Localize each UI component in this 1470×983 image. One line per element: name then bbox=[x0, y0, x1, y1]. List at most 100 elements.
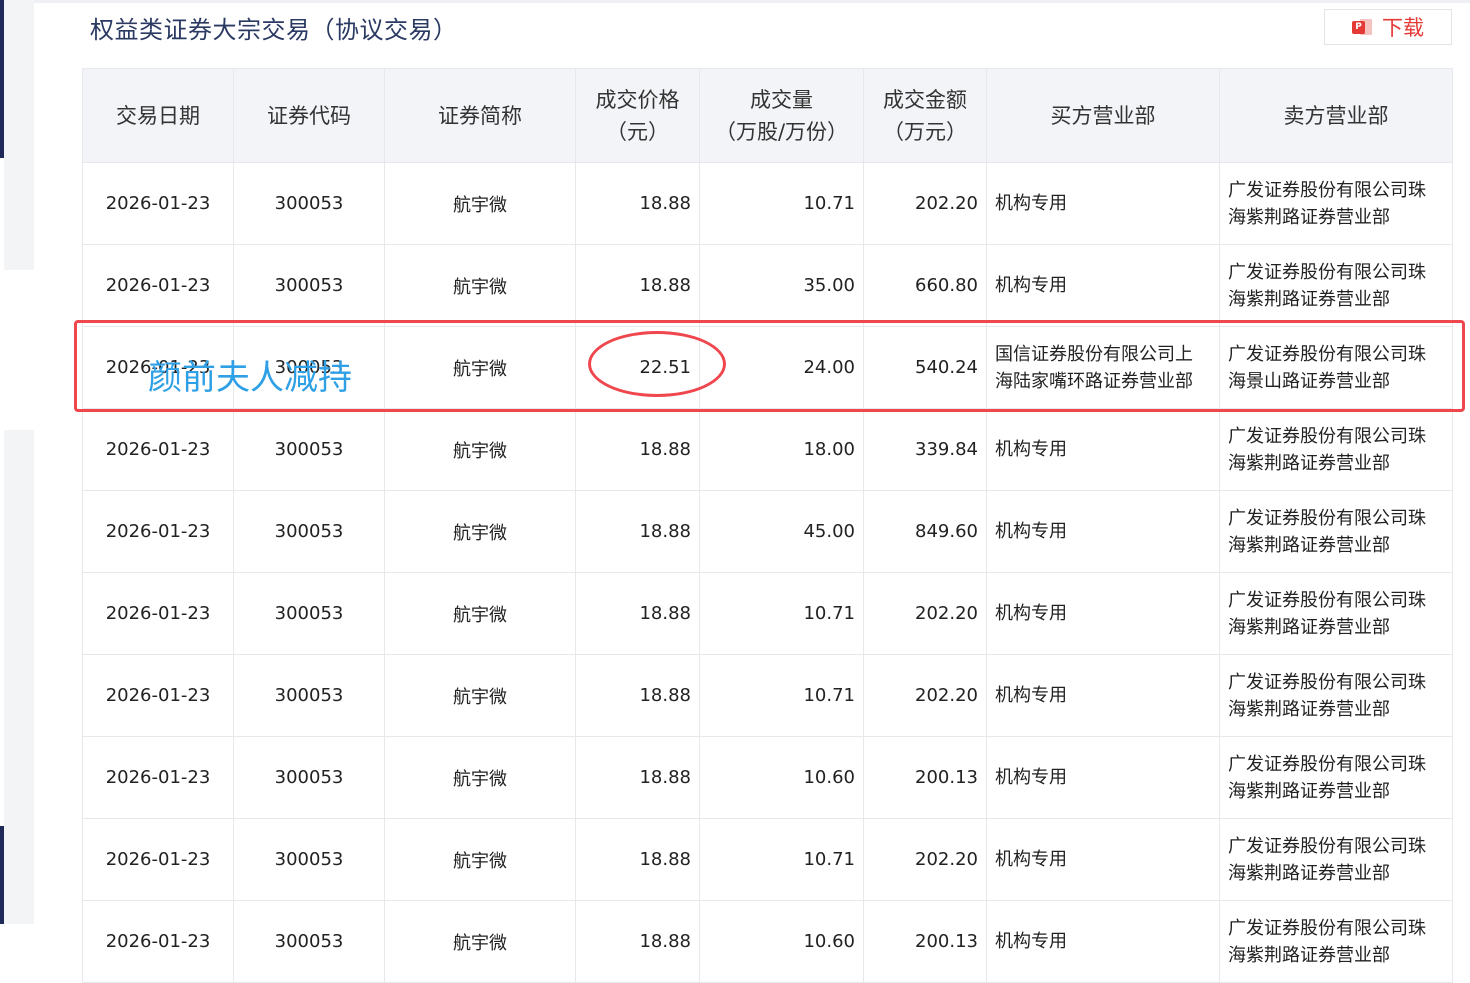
ppt-file-icon: P bbox=[1352, 18, 1372, 36]
cell-security-name: 航宇微 bbox=[384, 326, 576, 409]
header-label: 成交价格 bbox=[595, 87, 680, 112]
cell-buyer: 机构专用 bbox=[986, 736, 1220, 819]
cell-price: 22.51 bbox=[575, 326, 700, 409]
cell-security-code: 300053 bbox=[233, 654, 385, 737]
cell-trade-date: 2026-01-23 bbox=[82, 900, 234, 983]
table-row: 2026-01-23 300053 航宇微 18.88 10.60 200.13 机构专用 广… bbox=[82, 900, 1453, 983]
cell-amount: 660.80 bbox=[863, 244, 987, 327]
cell-security-name: 航宇微 bbox=[384, 900, 576, 983]
cell-amount: 540.24 bbox=[863, 326, 987, 409]
header-label: 成交量 bbox=[750, 87, 813, 112]
cell-seller: 广发证券股份有限公司珠 海紫荆路证券营业部 bbox=[1219, 490, 1453, 573]
left-gutter-notch bbox=[4, 270, 34, 430]
cell-seller: 广发证券股份有限公司珠 海紫荆路证券营业部 bbox=[1219, 654, 1453, 737]
table-row: 2026-01-23 300053 航宇微 18.88 10.71 202.20 机构专用 广… bbox=[82, 818, 1453, 901]
cell-seller-line: 广发证券股份有限公司珠 bbox=[1228, 261, 1426, 283]
header-security-name: 证券简称 bbox=[384, 68, 576, 163]
cell-buyer-line: 机构专用 bbox=[995, 931, 1067, 952]
cell-security-code: 300053 bbox=[233, 490, 385, 573]
cell-security-code: 300053 bbox=[233, 900, 385, 983]
cell-security-name: 航宇微 bbox=[384, 162, 576, 245]
cell-volume: 10.71 bbox=[699, 162, 864, 245]
cell-seller-line: 广发证券股份有限公司珠 bbox=[1228, 671, 1426, 693]
table-body: 2026-01-23 300053 航宇微 18.88 10.71 202.20 机构专用广… bbox=[82, 162, 1453, 983]
cell-price: 18.88 bbox=[575, 900, 700, 983]
cell-price: 18.88 bbox=[575, 818, 700, 901]
cell-buyer: 机构专用 bbox=[986, 244, 1220, 327]
cell-security-name: 航宇微 bbox=[384, 818, 576, 901]
cell-security-name: 航宇微 bbox=[384, 490, 576, 573]
cell-price: 18.88 bbox=[575, 490, 700, 573]
table-row: 2026-01-23 300053 航宇微 18.88 10.60 200.13 机构专用 广… bbox=[82, 736, 1453, 819]
download-button[interactable]: P 下载 bbox=[1324, 9, 1452, 45]
cell-trade-date: 2026-01-23 bbox=[82, 490, 234, 573]
cell-trade-date: 2026-01-23 bbox=[82, 818, 234, 901]
cell-seller: 广发证券股份有限公司珠 海紫荆路证券营业部 bbox=[1219, 244, 1453, 327]
cell-amount: 200.13 bbox=[863, 900, 987, 983]
cell-seller-line: 广发证券股份有限公司珠 bbox=[1228, 507, 1426, 529]
cell-buyer-line: 机构专用 bbox=[995, 193, 1067, 214]
cell-buyer-line: 机构专用 bbox=[995, 849, 1067, 870]
table-row: 2026-01-23 300053 航宇微 18.88 10.71 202.20 机构专用 广… bbox=[82, 162, 1453, 245]
block-trade-table-container: 交易日期 证券代码 证券简称 成交价格 （元） 成交量 （万股/万份） 成交金额 （万元） 买方营… bbox=[82, 68, 1453, 983]
cell-volume: 10.71 bbox=[699, 654, 864, 737]
cell-buyer-line: 机构专用 bbox=[995, 439, 1067, 460]
cell-seller-line: 海紫荆路证券营业部 bbox=[1228, 862, 1390, 884]
table-row: 2026-01-23 300053 航宇微 18.88 35.00 660.80 机构专用 广… bbox=[82, 244, 1453, 327]
table-row: 2026-01-23 300053 航宇微 18.88 45.00 849.60 机构专用 广… bbox=[82, 490, 1453, 573]
cell-security-code: 300053 bbox=[233, 162, 385, 245]
header-amount: 成交金额 （万元） bbox=[863, 68, 987, 163]
cell-security-code: 300053 bbox=[233, 408, 385, 491]
cell-volume: 10.71 bbox=[699, 818, 864, 901]
cell-seller-line: 海景山路证券营业部 bbox=[1228, 370, 1390, 392]
cell-security-code: 300053 bbox=[233, 572, 385, 655]
cell-buyer: 机构专用 bbox=[986, 408, 1220, 491]
header-security-code: 证券代码 bbox=[233, 68, 385, 163]
header-volume: 成交量 （万股/万份） bbox=[699, 68, 864, 163]
cell-trade-date: 2026-01-23 bbox=[82, 162, 234, 245]
cell-amount: 202.20 bbox=[863, 572, 987, 655]
header-label: 证券简称 bbox=[438, 103, 522, 128]
cell-security-name: 航宇微 bbox=[384, 572, 576, 655]
cell-seller-line: 海紫荆路证券营业部 bbox=[1228, 534, 1390, 556]
cell-volume: 10.71 bbox=[699, 572, 864, 655]
cell-volume: 45.00 bbox=[699, 490, 864, 573]
cell-security-name: 航宇微 bbox=[384, 244, 576, 327]
cell-seller-line: 海紫荆路证券营业部 bbox=[1228, 452, 1390, 474]
cell-price: 18.88 bbox=[575, 162, 700, 245]
table-header: 交易日期 证券代码 证券简称 成交价格 （元） 成交量 （万股/万份） 成交金额 （万元） 买方营… bbox=[82, 68, 1453, 163]
table-row: 2026-01-23 300053 航宇微 18.88 18.00 339.84 机构专用 广… bbox=[82, 408, 1453, 491]
cell-seller-line: 海紫荆路证券营业部 bbox=[1228, 616, 1390, 638]
table-row: 2026-01-23 300053 航宇微 18.88 10.71 202.20 机构专用 广… bbox=[82, 654, 1453, 737]
cell-seller-line: 广发证券股份有限公司珠 bbox=[1228, 589, 1426, 611]
cell-security-name: 航宇微 bbox=[384, 408, 576, 491]
cell-seller: 广发证券股份有限公司珠 海景山路证券营业部 bbox=[1219, 326, 1453, 409]
left-gutter bbox=[4, 0, 34, 924]
header-trade-date: 交易日期 bbox=[82, 68, 234, 163]
cell-price: 18.88 bbox=[575, 654, 700, 737]
header-label: 卖方营业部 bbox=[1283, 103, 1389, 128]
cell-seller: 广发证券股份有限公司珠 海紫荆路证券营业部 bbox=[1219, 162, 1453, 245]
cell-seller: 广发证券股份有限公司珠 海紫荆路证券营业部 bbox=[1219, 818, 1453, 901]
table-row: 2026-01-23 300053 航宇微 22.51 24.00 540.24 国信证券股… bbox=[82, 326, 1453, 409]
cell-seller-line: 海紫荆路证券营业部 bbox=[1228, 288, 1390, 310]
cell-price: 18.88 bbox=[575, 244, 700, 327]
cell-volume: 10.60 bbox=[699, 736, 864, 819]
cell-buyer-line: 机构专用 bbox=[995, 685, 1067, 706]
header-label: （元） bbox=[606, 119, 669, 144]
page-title: 权益类证券大宗交易（协议交易） bbox=[90, 16, 458, 44]
download-label: 下载 bbox=[1382, 16, 1424, 40]
header-label: 交易日期 bbox=[116, 103, 200, 128]
header-seller: 卖方营业部 bbox=[1219, 68, 1453, 163]
cell-price: 18.88 bbox=[575, 572, 700, 655]
cell-amount: 200.13 bbox=[863, 736, 987, 819]
top-divider bbox=[34, 0, 1470, 3]
cell-volume: 35.00 bbox=[699, 244, 864, 327]
cell-seller-line: 广发证券股份有限公司珠 bbox=[1228, 917, 1426, 939]
cell-amount: 849.60 bbox=[863, 490, 987, 573]
cell-buyer: 机构专用 bbox=[986, 818, 1220, 901]
cell-trade-date: 2026-01-23 bbox=[82, 736, 234, 819]
header-buyer: 买方营业部 bbox=[986, 68, 1220, 163]
cell-trade-date: 2026-01-23 bbox=[82, 408, 234, 491]
cell-buyer-line: 国信证券股份有限公司上 bbox=[995, 343, 1193, 365]
